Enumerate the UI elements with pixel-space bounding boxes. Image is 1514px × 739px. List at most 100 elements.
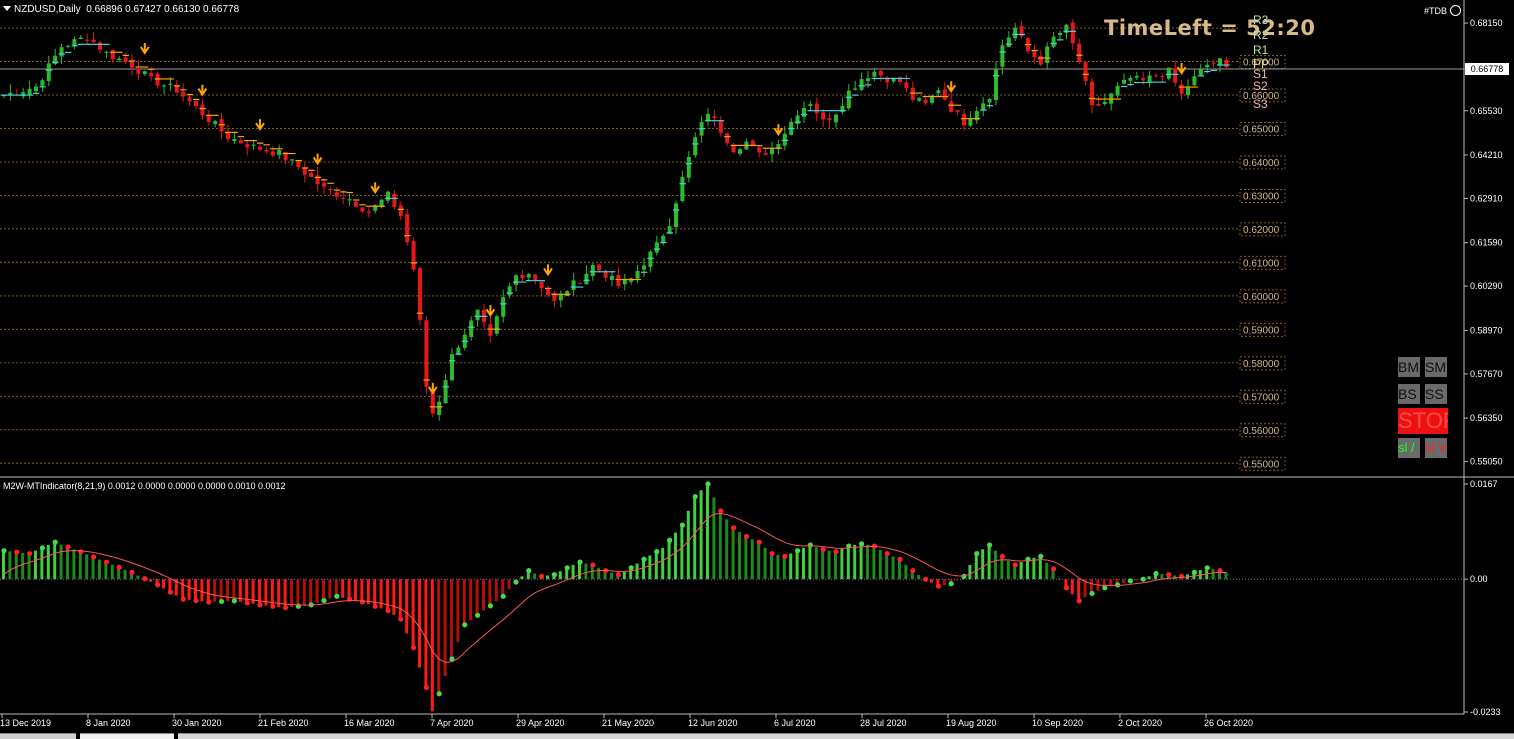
macd-dot bbox=[692, 493, 698, 500]
macd-dot bbox=[1063, 585, 1069, 591]
candle-body bbox=[34, 86, 38, 92]
macd-dot bbox=[833, 549, 839, 555]
bs-button[interactable]: BS bbox=[1398, 384, 1420, 404]
macd-tick-label: 0.0167 bbox=[1470, 479, 1498, 489]
candle-body bbox=[814, 103, 819, 114]
macd-bar bbox=[1058, 578, 1061, 580]
grid-level-label: 0.62000 bbox=[1243, 225, 1280, 236]
macd-dot bbox=[27, 550, 33, 557]
chart-tab-2[interactable] bbox=[80, 733, 174, 739]
candle-body bbox=[66, 45, 70, 47]
macd-bar bbox=[322, 579, 325, 601]
dropdown-triangle-icon[interactable] bbox=[3, 6, 11, 11]
macd-dot bbox=[551, 572, 558, 578]
macd-dot bbox=[1166, 572, 1172, 578]
candle-body bbox=[1173, 68, 1178, 83]
sl-buy-button[interactable]: sl / bbox=[1398, 438, 1420, 458]
candle-body bbox=[1032, 50, 1037, 58]
candle-body bbox=[264, 149, 269, 152]
candle-body bbox=[155, 73, 160, 86]
macd-bar bbox=[942, 579, 946, 585]
candle-body bbox=[949, 101, 954, 112]
candle-body bbox=[526, 273, 531, 278]
candle-body bbox=[1211, 62, 1216, 64]
macd-dot bbox=[1191, 569, 1197, 575]
stop-button[interactable]: STOP bbox=[1398, 408, 1448, 434]
candle-body bbox=[955, 110, 960, 112]
macd-bar bbox=[494, 579, 498, 602]
candle-body bbox=[520, 274, 525, 279]
macd-bar bbox=[469, 579, 473, 621]
candle-body bbox=[942, 89, 947, 100]
candle-body bbox=[334, 192, 339, 197]
macd-bar bbox=[78, 551, 82, 580]
macd-dot bbox=[219, 598, 225, 605]
macd-bar bbox=[955, 579, 959, 581]
macd-bar bbox=[296, 579, 300, 607]
sl-sell-button[interactable]: sl V bbox=[1425, 438, 1447, 458]
down-arrow-icon bbox=[255, 119, 265, 131]
candle-body bbox=[162, 85, 166, 87]
macd-bar bbox=[309, 579, 313, 605]
macd-dot bbox=[897, 556, 903, 562]
macd-dot bbox=[359, 599, 365, 605]
macd-bar bbox=[1211, 569, 1215, 580]
chart-tab-1[interactable] bbox=[0, 733, 76, 739]
candle-body bbox=[872, 71, 877, 77]
macd-bar bbox=[994, 550, 997, 580]
down-arrow-icon bbox=[197, 84, 208, 97]
candle-body bbox=[475, 309, 480, 321]
candle-body bbox=[968, 118, 973, 126]
candle-body bbox=[322, 182, 326, 187]
pivot-label-s3: S3 bbox=[1253, 97, 1268, 111]
candle-body bbox=[1224, 59, 1229, 68]
macd-dot bbox=[999, 553, 1006, 559]
candle-body bbox=[1160, 76, 1165, 78]
macd-dot bbox=[436, 691, 442, 697]
candle-body bbox=[1000, 45, 1005, 67]
macd-dot bbox=[1038, 553, 1044, 559]
candle-body bbox=[302, 167, 307, 175]
candle-body bbox=[315, 175, 320, 185]
macd-bar bbox=[1045, 562, 1049, 580]
macd-bar bbox=[283, 579, 287, 608]
macd-bar bbox=[744, 536, 748, 580]
macd-bar bbox=[405, 579, 409, 634]
candle-body bbox=[571, 280, 576, 290]
macd-bar bbox=[181, 579, 185, 600]
macd-bar bbox=[610, 572, 613, 580]
candle-body bbox=[648, 251, 653, 267]
macd-dot bbox=[231, 598, 237, 604]
candle-body bbox=[405, 214, 410, 243]
macd-histogram bbox=[0, 481, 1464, 712]
macd-bar bbox=[738, 532, 741, 580]
macd-bar bbox=[686, 510, 690, 580]
grid-level-label: 0.56000 bbox=[1243, 426, 1280, 437]
grid-level-label: 0.55000 bbox=[1243, 459, 1280, 470]
ss-button[interactable]: SS bbox=[1425, 384, 1447, 404]
candle-body bbox=[1115, 85, 1120, 96]
macd-dot bbox=[1076, 598, 1082, 604]
pivot-label-s2: S2 bbox=[1253, 79, 1268, 93]
macd-bar bbox=[123, 569, 127, 580]
candle-body bbox=[642, 265, 646, 270]
macd-bar bbox=[706, 484, 709, 580]
macd-dot bbox=[1089, 590, 1095, 597]
macd-dot bbox=[257, 602, 263, 608]
candle-body bbox=[136, 68, 141, 74]
macd-dot bbox=[334, 593, 340, 599]
down-arrow-icon bbox=[1176, 63, 1187, 75]
grid-level-label: 0.61000 bbox=[1243, 258, 1280, 269]
candle-body bbox=[258, 146, 262, 150]
sm-button[interactable]: SM bbox=[1425, 357, 1447, 377]
macd-bar bbox=[974, 553, 978, 580]
candle-body bbox=[418, 268, 422, 320]
candle-body bbox=[1192, 76, 1197, 86]
macd-bar bbox=[654, 551, 658, 580]
bm-button[interactable]: BM bbox=[1398, 357, 1420, 377]
candle-body bbox=[757, 147, 762, 153]
macd-bar bbox=[917, 574, 921, 580]
candle-body bbox=[1102, 101, 1107, 105]
candle-body bbox=[1096, 104, 1101, 106]
candle-body bbox=[738, 149, 742, 154]
